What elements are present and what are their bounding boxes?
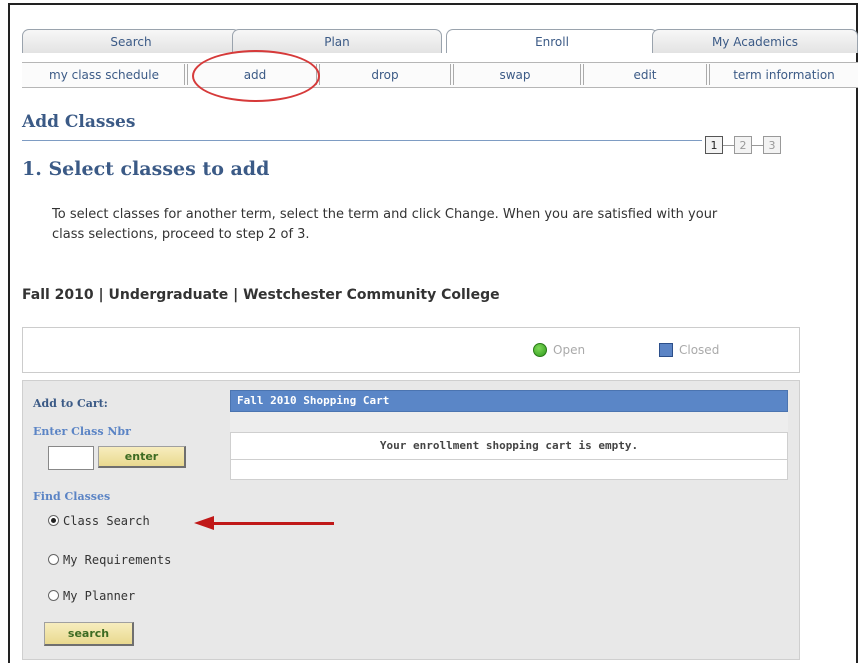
radio-icon[interactable] [48, 590, 59, 601]
radio-label: My Planner [63, 589, 136, 603]
step-connector [752, 145, 763, 146]
radio-my-requirements[interactable]: My Requirements [48, 553, 171, 567]
radio-label: Class Search [63, 514, 150, 528]
subtab-my-class-schedule[interactable]: my class schedule [26, 66, 182, 84]
cart-spacer [230, 412, 788, 432]
subtab-separator [706, 64, 710, 85]
radio-my-planner[interactable]: My Planner [48, 589, 135, 603]
radio-label: My Requirements [63, 553, 172, 567]
subtab-separator [450, 64, 454, 85]
subtab-drop[interactable]: drop [330, 66, 440, 84]
subtab-separator [184, 64, 188, 85]
closed-label: Closed [679, 343, 720, 357]
highlight-ellipse [192, 50, 320, 102]
step-indicator: 1 2 3 [705, 134, 825, 156]
shopping-cart: Fall 2010 Shopping Cart Your enrollment … [230, 390, 788, 490]
section-title: 1. Select classes to add [22, 158, 270, 180]
subtab-edit[interactable]: edit [590, 66, 700, 84]
class-number-input[interactable] [48, 446, 94, 470]
subtab-term-information[interactable]: term information [712, 66, 856, 84]
radio-class-search[interactable]: Class Search [48, 514, 150, 528]
radio-icon[interactable] [48, 554, 59, 565]
open-status-icon [533, 343, 547, 357]
search-button[interactable]: search [44, 622, 134, 646]
status-legend: Open Closed [22, 327, 800, 373]
find-classes-label: Find Classes [33, 490, 111, 503]
radio-checked-icon[interactable] [48, 515, 59, 526]
subtab-swap[interactable]: swap [460, 66, 570, 84]
cart-empty-message: Your enrollment shopping cart is empty. [230, 432, 788, 460]
term-info: Fall 2010 | Undergraduate | Westchester … [22, 287, 500, 303]
title-divider [22, 140, 702, 141]
annotation-arrow-shaft [214, 522, 334, 525]
cart-header: Fall 2010 Shopping Cart [230, 390, 788, 412]
enter-class-nbr-label: Enter Class Nbr [33, 425, 131, 438]
tab-enroll[interactable]: Enroll [446, 29, 658, 53]
step-connector [723, 145, 734, 146]
step-1: 1 [705, 136, 723, 154]
instructions-text: To select classes for another term, sele… [52, 207, 718, 242]
page-title: Add Classes [22, 112, 136, 132]
cart-footer [230, 460, 788, 480]
annotation-arrow-icon [194, 516, 214, 530]
tab-search[interactable]: Search [22, 29, 240, 53]
step-3: 3 [763, 136, 781, 154]
tab-my-academics[interactable]: My Academics [652, 29, 858, 53]
add-to-cart-label: Add to Cart: [33, 397, 108, 410]
closed-status-icon [659, 343, 673, 357]
step-2: 2 [734, 136, 752, 154]
subtab-separator [580, 64, 584, 85]
open-label: Open [553, 343, 586, 357]
enter-button[interactable]: enter [98, 446, 186, 468]
